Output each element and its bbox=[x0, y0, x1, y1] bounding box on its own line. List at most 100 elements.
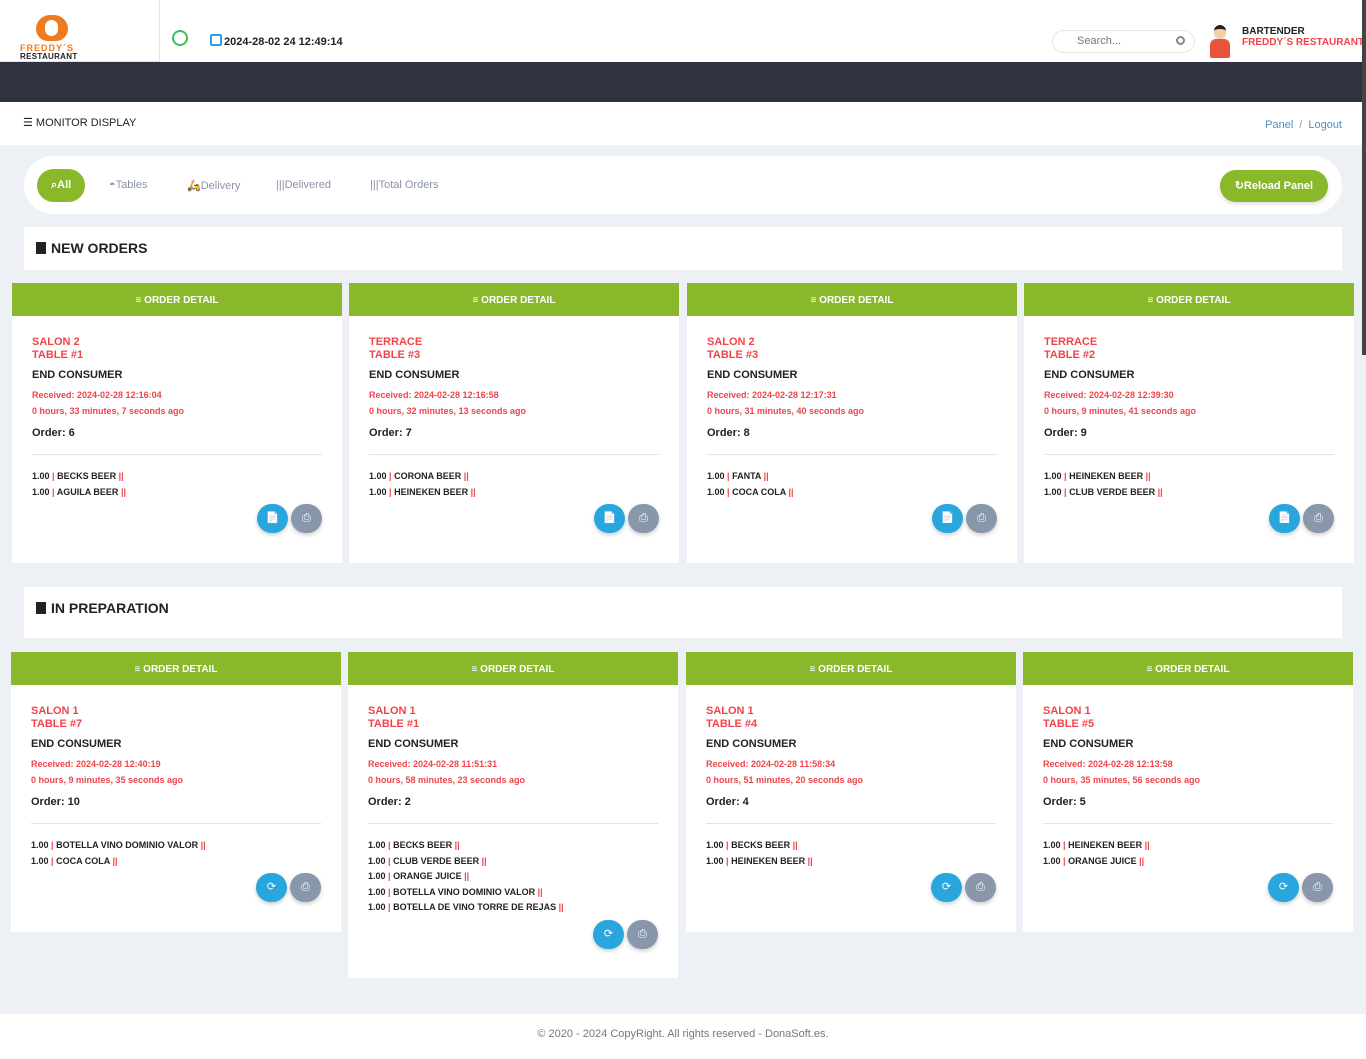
print-button[interactable]: ⎙ bbox=[290, 873, 321, 902]
item-qty: 1.00 bbox=[31, 840, 49, 850]
print-button[interactable]: ⎙ bbox=[628, 504, 659, 533]
filter-total-orders[interactable]: |||Total Orders bbox=[370, 169, 439, 202]
item-name: BOTELLA VINO DOMINIO VALOR bbox=[393, 886, 536, 897]
order-item: 1.00 | COCA COLA || bbox=[31, 855, 118, 866]
search-input[interactable] bbox=[1077, 35, 1172, 47]
list-icon: ≡ bbox=[134, 664, 144, 675]
page-title-text: MONITOR DISPLAY bbox=[35, 117, 137, 129]
order-detail-header[interactable]: ≡ ORDER DETAIL bbox=[687, 283, 1017, 316]
refresh-icon: ⟳ bbox=[941, 881, 952, 893]
print-button[interactable]: ⎙ bbox=[966, 504, 997, 533]
user-role: BARTENDER bbox=[1242, 26, 1305, 37]
print-button[interactable]: ⎙ bbox=[1302, 873, 1333, 902]
list-icon: ≡ bbox=[1146, 664, 1156, 675]
change-status-button[interactable]: ⟳ bbox=[931, 873, 962, 902]
item-qty: 1.00 bbox=[1044, 486, 1062, 497]
refresh-icon: ⟳ bbox=[266, 881, 277, 893]
order-detail-header[interactable]: ≡ ORDER DETAIL bbox=[349, 283, 679, 316]
restaurant-logo[interactable]: FREDDY´S RESTAURANT bbox=[0, 0, 160, 62]
order-detail-header[interactable]: ≡ ORDER DETAIL bbox=[1024, 283, 1354, 316]
view-detail-button[interactable]: 📄 bbox=[1269, 504, 1300, 533]
order-item: 1.00 | HEINEKEN BEER || bbox=[706, 855, 813, 866]
refresh-icon: ⟳ bbox=[603, 927, 614, 940]
order-elapsed: 0 hours, 9 minutes, 35 seconds ago bbox=[31, 775, 184, 785]
print-button[interactable]: ⎙ bbox=[627, 919, 658, 949]
view-detail-button[interactable]: 📄 bbox=[594, 504, 625, 533]
filter-all[interactable]: ⌕All bbox=[37, 169, 86, 202]
order-received: Received: 2024-02-28 12:13:58 bbox=[1043, 759, 1173, 769]
order-customer: END CONSUMER bbox=[707, 369, 798, 381]
order-card: ≡ ORDER DETAIL SALON 1 TABLE #7 END CONS… bbox=[11, 652, 341, 932]
order-elapsed: 0 hours, 9 minutes, 41 seconds ago bbox=[1044, 406, 1197, 416]
order-table: TABLE #3 bbox=[707, 349, 759, 361]
item-qty: 1.00 bbox=[368, 902, 386, 912]
order-customer: END CONSUMER bbox=[1043, 738, 1134, 750]
order-detail-header[interactable]: ≡ ORDER DETAIL bbox=[686, 652, 1016, 685]
item-name: HEINEKEN BEER bbox=[1069, 471, 1144, 481]
view-detail-button[interactable]: 📄 bbox=[932, 504, 963, 533]
item-name: COCA COLA bbox=[732, 486, 786, 497]
avatar[interactable] bbox=[1209, 25, 1231, 59]
order-item: 1.00 | HEINEKEN BEER || bbox=[1044, 471, 1151, 481]
motorbike-icon: 🛵 bbox=[187, 180, 201, 192]
item-qty: 1.00 bbox=[707, 486, 725, 497]
filter-delivered[interactable]: |||Delivered bbox=[276, 169, 331, 202]
order-card: ≡ ORDER DETAIL TERRACE TABLE #2 END CONS… bbox=[1024, 283, 1354, 563]
change-status-button[interactable]: ⟳ bbox=[256, 873, 287, 902]
print-button[interactable]: ⎙ bbox=[291, 504, 322, 533]
document-icon bbox=[36, 602, 46, 614]
print-button[interactable]: ⎙ bbox=[1303, 504, 1334, 533]
order-card: ≡ ORDER DETAIL SALON 2 TABLE #3 END CONS… bbox=[687, 283, 1017, 563]
whatsapp-icon[interactable] bbox=[172, 30, 188, 46]
filter-delivery[interactable]: 🛵Delivery bbox=[187, 169, 240, 202]
divider bbox=[706, 823, 996, 824]
change-status-button[interactable]: ⟳ bbox=[1268, 873, 1299, 902]
logout-link[interactable]: Logout bbox=[1308, 119, 1342, 131]
order-elapsed: 0 hours, 35 minutes, 56 seconds ago bbox=[1043, 775, 1201, 785]
search-icon[interactable] bbox=[1176, 36, 1185, 45]
order-received: Received: 2024-02-28 12:16:58 bbox=[369, 390, 499, 400]
order-customer: END CONSUMER bbox=[706, 738, 797, 750]
filter-tables[interactable]: ◓Tables bbox=[109, 169, 147, 202]
item-name: BOTELLA VINO DOMINIO VALOR bbox=[56, 840, 199, 850]
order-item: 1.00 | BECKS BEER || bbox=[368, 840, 460, 850]
divider bbox=[707, 454, 997, 455]
item-name: BECKS BEER bbox=[57, 471, 117, 481]
order-table: TABLE #7 bbox=[31, 718, 83, 730]
reload-panel-button[interactable]: ↻Reload Panel bbox=[1219, 170, 1328, 202]
change-status-button[interactable]: ⟳ bbox=[593, 919, 624, 949]
print-button[interactable]: ⎙ bbox=[965, 873, 996, 902]
scrollbar[interactable] bbox=[1362, 0, 1366, 355]
order-number: Order: 9 bbox=[1044, 427, 1087, 439]
order-received: Received: 2024-02-28 11:51:31 bbox=[368, 759, 498, 769]
refresh-icon: ↻ bbox=[1234, 180, 1244, 192]
item-name: HEINEKEN BEER bbox=[731, 855, 806, 866]
reload-label: Reload Panel bbox=[1243, 180, 1313, 192]
logo-sub: RESTAURANT bbox=[20, 52, 78, 61]
panel-link[interactable]: Panel bbox=[1265, 119, 1293, 131]
order-area: TERRACE bbox=[1044, 336, 1098, 348]
order-detail-header[interactable]: ≡ ORDER DETAIL bbox=[11, 652, 341, 685]
item-qty: 1.00 bbox=[368, 871, 386, 881]
order-detail-header[interactable]: ≡ ORDER DETAIL bbox=[348, 652, 678, 685]
breadcrumb: ☰ MONITOR DISPLAY Panel / Logout bbox=[0, 102, 1366, 145]
order-card: ≡ ORDER DETAIL SALON 1 TABLE #5 END CONS… bbox=[1023, 652, 1353, 932]
order-detail-header[interactable]: ≡ ORDER DETAIL bbox=[12, 283, 342, 316]
order-area: SALON 1 bbox=[706, 705, 754, 717]
order-item: 1.00 | ORANGE JUICE || bbox=[1043, 855, 1145, 866]
order-item: 1.00 | CLUB VERDE BEER || bbox=[1044, 486, 1163, 497]
order-table: TABLE #5 bbox=[1043, 718, 1095, 730]
view-detail-button[interactable]: 📄 bbox=[257, 504, 288, 533]
item-qty: 1.00 bbox=[706, 855, 724, 866]
item-qty: 1.00 bbox=[706, 840, 724, 850]
order-elapsed: 0 hours, 51 minutes, 20 seconds ago bbox=[706, 775, 864, 785]
item-name: FANTA bbox=[732, 471, 762, 481]
order-area: SALON 1 bbox=[1043, 705, 1091, 717]
order-item: 1.00 | BOTELLA DE VINO TORRE DE REJAS || bbox=[368, 902, 564, 912]
refresh-icon: ⟳ bbox=[1278, 881, 1289, 893]
list-icon: ≡ bbox=[471, 664, 481, 675]
order-detail-header[interactable]: ≡ ORDER DETAIL bbox=[1023, 652, 1353, 685]
order-area: SALON 2 bbox=[32, 336, 80, 348]
order-item: 1.00 | BECKS BEER || bbox=[706, 840, 798, 850]
list-icon: ≡ bbox=[809, 664, 819, 675]
